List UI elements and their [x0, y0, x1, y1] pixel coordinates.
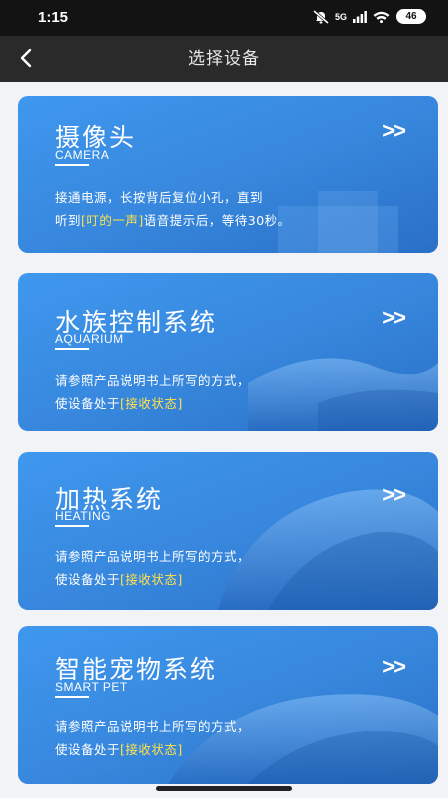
card-subtitle: CAMERA — [55, 148, 110, 162]
desc-line-1: 请参照产品说明书上所写的方式， — [55, 373, 251, 388]
double-chevron-right-icon: >> — [382, 305, 406, 330]
desc-highlight: [接收状态] — [120, 396, 183, 411]
card-description: 请参照产品说明书上所写的方式， 使设备处于[接收状态] — [55, 545, 250, 591]
card-description: 请参照产品说明书上所写的方式， 使设备处于[接收状态] — [55, 715, 250, 761]
desc-line-1: 接通电源，长按背后复位小孔，直到 — [55, 190, 264, 205]
card-underline — [55, 525, 89, 527]
card-underline — [55, 696, 89, 698]
card-subtitle: HEATING — [55, 509, 111, 523]
battery-icon: 46 — [396, 9, 426, 24]
status-bar: 1:15 5G 46 — [0, 0, 448, 36]
signal-icon — [353, 10, 367, 23]
desc-line-2: 听到[叮的一声]语音提示后，等待30秒。 — [55, 209, 291, 232]
desc-line-2: 使设备处于[接收状态] — [55, 392, 250, 415]
device-card-camera[interactable]: 摄像头 CAMERA >> 接通电源，长按背后复位小孔，直到 听到[叮的一声]语… — [18, 96, 438, 253]
card-underline — [55, 164, 89, 166]
nav-bar: 选择设备 — [0, 36, 448, 82]
network-label: 5G — [334, 11, 347, 22]
desc-prefix: 使设备处于 — [55, 742, 121, 757]
double-chevron-right-icon: >> — [382, 482, 406, 507]
card-subtitle: AQUARIUM — [55, 332, 124, 346]
device-card-aquarium[interactable]: 水族控制系统 AQUARIUM >> 请参照产品说明书上所写的方式， 使设备处于… — [18, 273, 438, 431]
double-chevron-right-icon: >> — [382, 118, 406, 143]
page-title: 选择设备 — [188, 49, 260, 69]
wifi-icon — [373, 11, 390, 23]
desc-highlight: [接收状态] — [120, 742, 183, 757]
desc-line-1: 请参照产品说明书上所写的方式， — [55, 719, 251, 734]
double-chevron-right-icon: >> — [382, 654, 406, 679]
card-underline — [55, 348, 89, 350]
card-description: 请参照产品说明书上所写的方式， 使设备处于[接收状态] — [55, 369, 250, 415]
card-description: 接通电源，长按背后复位小孔，直到 听到[叮的一声]语音提示后，等待30秒。 — [55, 186, 291, 232]
desc-prefix: 使设备处于 — [55, 396, 121, 411]
status-time: 1:15 — [38, 9, 69, 26]
desc-highlight: [接收状态] — [120, 572, 183, 587]
device-card-smart-pet[interactable]: 智能宠物系统 SMART PET >> 请参照产品说明书上所写的方式， 使设备处… — [18, 626, 438, 784]
desc-highlight: [叮的一声] — [81, 213, 144, 228]
home-indicator[interactable] — [156, 786, 292, 791]
desc-line-2: 使设备处于[接收状态] — [55, 568, 250, 591]
desc-prefix: 听到 — [55, 213, 82, 228]
desc-prefix: 使设备处于 — [55, 572, 121, 587]
device-card-heating[interactable]: 加热系统 HEATING >> 请参照产品说明书上所写的方式， 使设备处于[接收… — [18, 452, 438, 610]
mute-bell-icon — [313, 9, 329, 24]
status-icons: 5G 46 — [313, 9, 426, 24]
desc-suffix: 语音提示后，等待30秒。 — [143, 213, 291, 228]
desc-line-1: 请参照产品说明书上所写的方式， — [55, 549, 251, 564]
card-subtitle: SMART PET — [55, 680, 128, 694]
desc-line-2: 使设备处于[接收状态] — [55, 738, 250, 761]
